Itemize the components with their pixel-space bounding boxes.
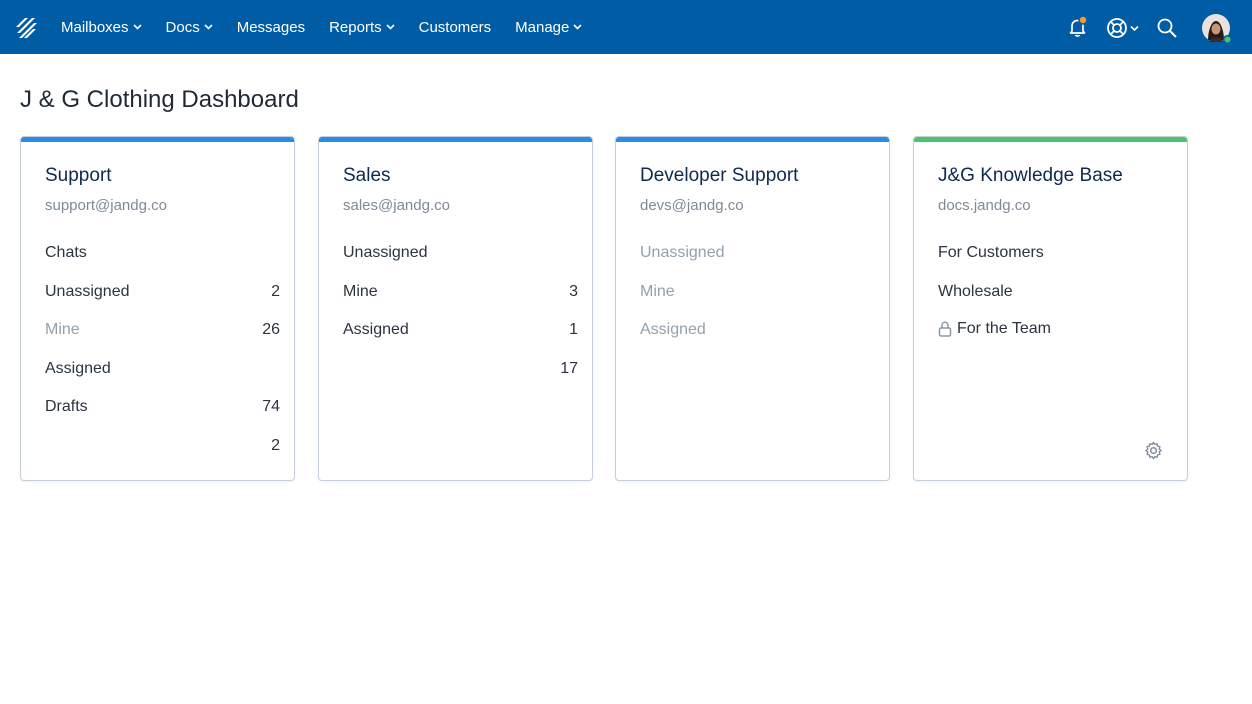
- nav-customers[interactable]: Customers: [419, 19, 492, 36]
- nav-manage-label: Manage: [515, 18, 570, 36]
- mailbox-card-sales[interactable]: Sales sales@jandg.co Unassigned Mine Ass…: [318, 136, 593, 481]
- online-status-dot: [1222, 34, 1232, 44]
- mailbox-card-developer-support[interactable]: Developer Support devs@jandg.co Unassign…: [615, 136, 890, 481]
- nav-mailboxes[interactable]: Mailboxes: [61, 19, 142, 36]
- chevron-down-icon: [132, 24, 142, 30]
- folder-unassigned[interactable]: Unassigned: [343, 244, 428, 262]
- folder-count: 1: [569, 321, 578, 338]
- gear-icon[interactable]: [1144, 441, 1163, 460]
- folder-unassigned[interactable]: Unassigned: [45, 283, 130, 301]
- bell-icon[interactable]: [1067, 16, 1089, 38]
- nav-mailboxes-label: Mailboxes: [61, 18, 129, 36]
- card-email: devs@jandg.co: [640, 197, 744, 214]
- top-nav-bar: Mailboxes Docs Messages Reports Customer…: [0, 0, 1252, 54]
- folder-assigned[interactable]: Assigned: [640, 321, 706, 339]
- main-nav: Mailboxes Docs Messages Reports Customer…: [61, 0, 606, 54]
- nav-reports[interactable]: Reports: [329, 19, 395, 36]
- card-title[interactable]: Sales: [343, 165, 391, 187]
- chevron-down-icon: [573, 24, 582, 30]
- collection-for-the-team[interactable]: For the Team: [938, 320, 1051, 338]
- folder-assigned[interactable]: Assigned: [343, 321, 409, 339]
- collection-wholesale[interactable]: Wholesale: [938, 283, 1013, 301]
- folder-count: 2: [271, 437, 280, 454]
- mailbox-card-support[interactable]: Support support@jandg.co Chats Unassigne…: [20, 136, 295, 481]
- card-title[interactable]: Developer Support: [640, 165, 798, 187]
- card-email: support@jandg.co: [45, 197, 167, 214]
- folder-chats[interactable]: Chats: [45, 244, 87, 262]
- folder-count: 17: [560, 360, 578, 377]
- nav-docs[interactable]: Docs: [166, 19, 213, 36]
- nav-reports-label: Reports: [329, 18, 382, 36]
- avatar[interactable]: [1202, 14, 1232, 44]
- docs-card-knowledge-base[interactable]: J&G Knowledge Base docs.jandg.co For Cus…: [913, 136, 1188, 481]
- card-email: sales@jandg.co: [343, 197, 450, 214]
- search-icon[interactable]: [1157, 18, 1177, 38]
- chevron-down-icon: [386, 24, 395, 30]
- nav-docs-label: Docs: [165, 18, 200, 36]
- collection-for-customers[interactable]: For Customers: [938, 244, 1044, 262]
- nav-messages[interactable]: Messages: [237, 19, 305, 36]
- folder-assigned[interactable]: Assigned: [45, 360, 111, 378]
- helpscout-logo-icon[interactable]: [14, 17, 38, 39]
- card-title[interactable]: Support: [45, 165, 112, 187]
- folder-count: 3: [569, 283, 578, 300]
- folder-mine[interactable]: Mine: [640, 283, 675, 301]
- nav-manage[interactable]: Manage: [515, 19, 582, 36]
- lock-icon: [938, 321, 952, 337]
- folder-count: 74: [262, 398, 280, 415]
- folder-drafts[interactable]: Drafts: [45, 398, 88, 416]
- folder-count: 26: [262, 321, 280, 338]
- folder-unassigned[interactable]: Unassigned: [640, 244, 725, 262]
- card-title[interactable]: J&G Knowledge Base: [938, 165, 1123, 187]
- folder-count: 2: [271, 283, 280, 300]
- card-color-stripe: [914, 137, 1187, 142]
- card-color-stripe: [21, 137, 294, 142]
- chevron-down-icon: [204, 24, 213, 30]
- card-url: docs.jandg.co: [938, 197, 1031, 214]
- page-title: J & G Clothing Dashboard: [20, 86, 299, 113]
- collection-label: For the Team: [957, 320, 1051, 337]
- help-lifebuoy-icon[interactable]: [1106, 17, 1140, 39]
- folder-mine[interactable]: Mine: [45, 321, 80, 339]
- card-color-stripe: [319, 137, 592, 142]
- nav-messages-label: Messages: [236, 18, 306, 36]
- card-color-stripe: [616, 137, 889, 142]
- notification-dot: [1078, 16, 1088, 25]
- folder-mine[interactable]: Mine: [343, 283, 378, 301]
- nav-customers-label: Customers: [418, 18, 492, 36]
